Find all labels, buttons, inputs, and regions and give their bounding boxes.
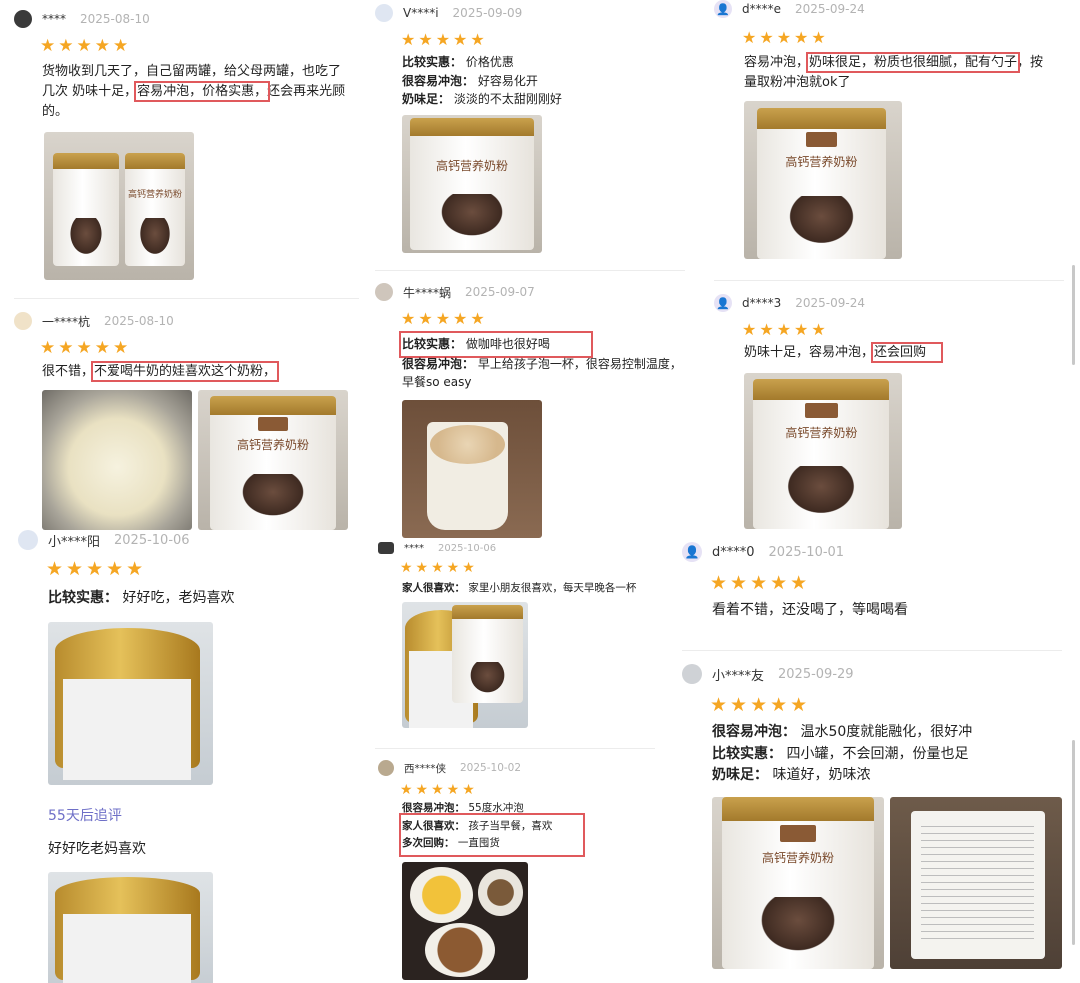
review-text: 比较实惠： 好好吃，老妈喜欢: [48, 590, 235, 606]
username[interactable]: d****0: [712, 545, 755, 560]
star-rating: ★★★★★: [46, 558, 147, 580]
review-text: 货物收到几天了，自己留两罐，给父母两罐，也吃了 几次 奶味十足，容易冲泡，价格实…: [42, 64, 346, 120]
highlight-box: 家人很喜欢： 孩子当早餐，喜欢 多次回购： 一直囤货: [398, 813, 586, 857]
divider: [375, 748, 655, 749]
review-card: V****i 2025-09-09 ★★★★★ 比较实惠： 价格优惠 很容易冲泡…: [375, 4, 685, 253]
star-rating: ★★★★★: [742, 320, 829, 339]
review-photo[interactable]: 高钙营养奶粉: [44, 132, 194, 281]
username[interactable]: 一****杭: [42, 313, 90, 330]
user-avatar[interactable]: [14, 10, 32, 28]
review-card: 一****杭 2025-08-10 ★★★★★ 很不错，不爱喝牛奶的娃喜欢这个奶…: [14, 312, 359, 531]
review-text: 比较实惠： 价格优惠 很容易冲泡： 好容易化开 奶味足： 淡淡的不太甜刚刚好: [402, 55, 562, 107]
star-rating: ★★★★★: [401, 309, 488, 328]
star-rating: ★★★★★: [401, 30, 488, 49]
user-avatar[interactable]: [378, 542, 394, 554]
username[interactable]: ****: [42, 12, 66, 26]
review-photo[interactable]: [402, 602, 528, 729]
review-photo[interactable]: [42, 390, 192, 531]
review-date: 2025-10-01: [768, 544, 845, 560]
highlight-box: 不爱喝牛奶的娃喜欢这个奶粉，: [91, 361, 280, 382]
review-card: 西****侠 2025-10-02 ★★★★★ 很容易冲泡： 55度水冲泡 家人…: [378, 760, 678, 980]
star-rating: ★★★★★: [710, 694, 811, 716]
user-avatar[interactable]: 👤: [682, 542, 702, 562]
review-card: 👤 d****3 2025-09-24 ★★★★★ 奶味十足，容易冲泡，还会回购…: [714, 294, 1074, 530]
divider: [14, 298, 359, 299]
review-date: 2025-10-02: [460, 762, 522, 774]
scrollbar[interactable]: [1072, 740, 1075, 945]
review-card: **** 2025-10-06 ★★★★★ 家人很喜欢： 家里小朋友很喜欢，每天…: [378, 542, 678, 729]
user-avatar[interactable]: [375, 4, 393, 22]
username[interactable]: 西****侠: [404, 761, 446, 776]
star-rating: ★★★★★: [742, 28, 829, 47]
review-photo[interactable]: 高钙营养奶粉: [402, 114, 542, 253]
review-card: 👤 d****0 2025-10-01 ★★★★★ 看着不错，还没喝了，等喝喝看: [682, 542, 1062, 622]
review-photo[interactable]: [48, 621, 213, 785]
user-avatar[interactable]: [18, 530, 38, 550]
star-rating: ★★★★★: [40, 36, 132, 56]
user-avatar[interactable]: 👤: [714, 0, 732, 18]
followup-text: 好好吃老妈喜欢: [48, 840, 146, 857]
review-card: 小****阳 2025-10-06 ★★★★★ 比较实惠： 好好吃，老妈喜欢 5…: [18, 530, 358, 983]
divider: [714, 280, 1064, 281]
star-rating: ★★★★★: [400, 560, 478, 576]
review-photo[interactable]: 高钙营养奶粉: [744, 373, 902, 530]
review-photo[interactable]: 高钙营养奶粉: [198, 390, 348, 531]
highlight-box: 容易冲泡，价格实惠，: [134, 81, 271, 103]
divider: [375, 270, 685, 271]
user-avatar[interactable]: [378, 760, 394, 776]
review-text: 比较实惠： 做咖啡也很好喝 很容易冲泡： 早上给孩子泡一杯，很容易控制温度， 早…: [399, 331, 685, 392]
review-date: 2025-09-07: [465, 285, 535, 299]
review-text: 家人很喜欢： 家里小朋友很喜欢，每天早晚各一杯: [402, 582, 637, 594]
user-avatar[interactable]: [375, 283, 393, 301]
review-date: 2025-09-24: [795, 2, 865, 16]
review-card: **** 2025-08-10 ★★★★★ 货物收到几天了，自己留两罐，给父母两…: [14, 10, 354, 281]
highlight-box: 奶味很足，粉质也很细腻，配有勺子: [806, 52, 1021, 73]
username[interactable]: d****e: [742, 2, 781, 16]
star-rating: ★★★★★: [710, 572, 811, 594]
divider: [682, 650, 1062, 651]
username[interactable]: d****3: [742, 296, 781, 310]
review-photo[interactable]: 高钙营养奶粉: [712, 797, 884, 970]
review-photo[interactable]: [890, 797, 1062, 970]
username[interactable]: 小****友: [712, 665, 764, 684]
user-avatar[interactable]: 👤: [714, 294, 732, 312]
review-card: 牛****蜗 2025-09-07 ★★★★★ 比较实惠： 做咖啡也很好喝 很容…: [375, 283, 685, 538]
review-date: 2025-08-10: [104, 314, 174, 328]
review-photo[interactable]: [48, 872, 213, 983]
star-rating: ★★★★★: [400, 782, 478, 798]
review-photo[interactable]: [402, 861, 528, 980]
highlight-box: 比较实惠： 做咖啡也很好喝: [399, 331, 593, 358]
review-photo[interactable]: [402, 399, 542, 538]
username[interactable]: ****: [404, 543, 424, 554]
review-text: 奶味十足，容易冲泡，还会回购: [744, 342, 1074, 363]
review-text: 很容易冲泡： 55度水冲泡 家人很喜欢： 孩子当早餐，喜欢 多次回购： 一直囤货: [398, 800, 678, 857]
review-text: 很不错，不爱喝牛奶的娃喜欢这个奶粉，: [42, 361, 280, 382]
username[interactable]: 小****阳: [48, 531, 100, 550]
review-photo[interactable]: 高钙营养奶粉: [744, 101, 902, 260]
highlight-box: 还会回购: [871, 342, 944, 363]
review-text: 看着不错，还没喝了，等喝喝看: [712, 602, 908, 618]
star-rating: ★★★★★: [40, 338, 132, 358]
followup-label: 55天后追评: [48, 807, 122, 824]
review-text: 容易冲泡，奶味很足，粉质也很细腻，配有勺子，按 量取粉冲泡就ok了: [744, 52, 1044, 91]
user-avatar[interactable]: [682, 664, 702, 684]
review-date: 2025-10-06: [438, 542, 497, 554]
review-date: 2025-09-29: [778, 666, 854, 682]
user-avatar[interactable]: [14, 312, 32, 330]
review-date: 2025-09-09: [452, 6, 523, 20]
review-date: 2025-08-10: [80, 12, 150, 26]
username[interactable]: V****i: [403, 6, 439, 20]
review-card: 👤 d****e 2025-09-24 ★★★★★ 容易冲泡，奶味很足，粉质也很…: [714, 0, 1074, 260]
review-card: 小****友 2025-09-29 ★★★★★ 很容易冲泡： 温水50度就能融化…: [682, 664, 1072, 970]
username[interactable]: 牛****蜗: [403, 284, 451, 301]
review-date: 2025-09-24: [795, 296, 866, 310]
review-text: 很容易冲泡： 温水50度就能融化，很好冲 比较实惠： 四小罐，不会回潮，份量也足…: [712, 724, 973, 784]
review-date: 2025-10-06: [114, 532, 190, 548]
scrollbar[interactable]: [1072, 265, 1075, 365]
